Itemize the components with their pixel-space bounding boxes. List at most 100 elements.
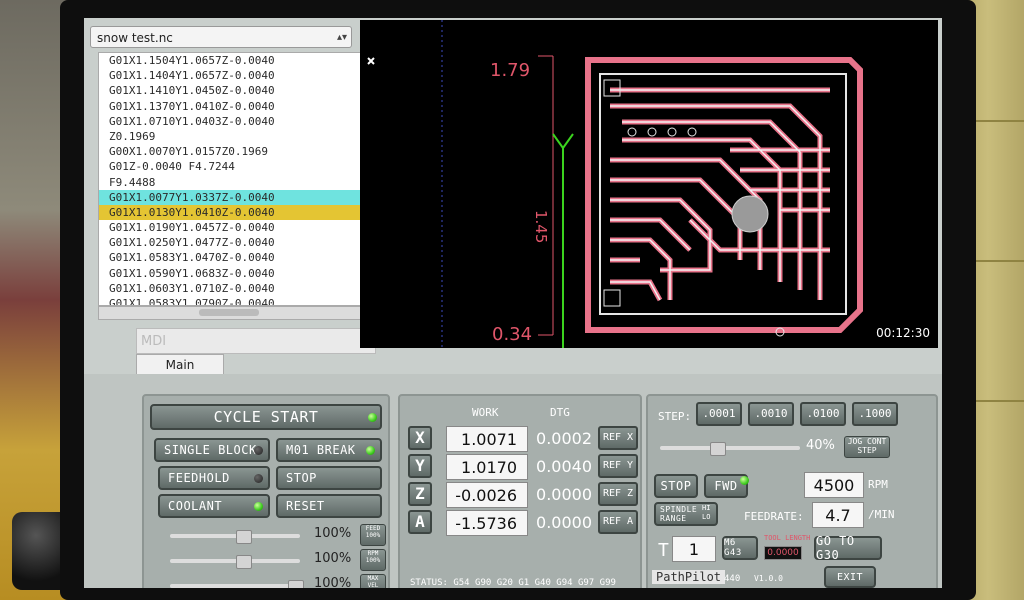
spindle-stop-label: STOP [660, 479, 692, 493]
machine-control-box: STEP: .0001.0010.0100.1000 40% JOG CONT … [646, 394, 938, 588]
view-handle-icon [367, 57, 375, 65]
file-selector[interactable]: snow test.nc ▴▾ [90, 26, 352, 48]
dro-box: WORK DTG X 1.0071 0.0002 REF X Y 1.0170 0.0040… [398, 394, 642, 588]
work-z-field[interactable]: -0.0026 [446, 482, 528, 508]
jog-mode-button[interactable]: JOG CONT STEP [844, 436, 890, 458]
reset-button[interactable]: RESET [276, 494, 382, 518]
axis-z-button[interactable]: Z [408, 482, 432, 506]
feedrate-label: FEEDRATE: [744, 510, 804, 523]
tool-label: T [658, 540, 669, 561]
feed-override-slider[interactable] [170, 530, 300, 544]
ref-y-button[interactable]: REF Y [598, 454, 638, 478]
ref-z-button[interactable]: REF Z [598, 482, 638, 506]
mdi-input[interactable]: MDI [136, 328, 376, 354]
gcode-line[interactable]: G00X1.0070Y1.0157Z0.1969 [99, 144, 363, 159]
coolant-led [254, 502, 263, 511]
goto-g30-label: GO TO G30 [816, 534, 855, 562]
step-button[interactable]: .0100 [800, 402, 846, 426]
feedrate-unit: /MIN [868, 508, 895, 521]
maxvel-override-value: 100% [314, 576, 352, 588]
jog-speed-slider[interactable] [660, 442, 800, 456]
gcode-line[interactable]: G01X1.1410Y1.0450Z-0.0040 [99, 83, 363, 98]
gcode-line[interactable]: F9.4488 [99, 175, 363, 190]
maxvel-reset-button[interactable]: MAX VEL 100% [360, 574, 386, 588]
gcode-line[interactable]: G01X1.0077Y1.0337Z-0.0040 [99, 189, 363, 205]
work-y-field[interactable]: 1.0170 [446, 454, 528, 480]
step-button[interactable]: .1000 [852, 402, 898, 426]
rpm-unit: RPM [868, 478, 888, 491]
single-block-button[interactable]: SINGLE BLOCK [154, 438, 270, 462]
gcode-line[interactable]: G01X1.0603Y1.0710Z-0.0040 [99, 281, 363, 296]
gcode-line[interactable]: G01X1.1504Y1.0657Z-0.0040 [99, 53, 363, 68]
feedhold-label: FEEDHOLD [168, 471, 230, 485]
dtg-z-value: 0.0000 [536, 485, 592, 504]
rpm-reset-button[interactable]: RPM 100% [360, 549, 386, 571]
coolant-label: COOLANT [168, 499, 223, 513]
spindle-stop-button[interactable]: STOP [654, 474, 698, 498]
cycle-start-button[interactable]: CYCLE START [150, 404, 382, 430]
spindle-fwd-led [740, 476, 749, 485]
maxvel-override-slider[interactable] [170, 580, 304, 588]
feedrate-field[interactable]: 4.7 [812, 502, 864, 528]
gcode-line[interactable]: Z0.1969 [99, 129, 363, 144]
toolpath-view[interactable]: 1.79 1.45 0.34 Y 00:12:30 [360, 20, 938, 348]
gcode-line[interactable]: G01X1.0583Y1.0470Z-0.0040 [99, 250, 363, 265]
run-timer: 00:12:30 [876, 326, 930, 340]
tab-main[interactable]: Main [136, 354, 224, 376]
dtg-header: DTG [550, 406, 570, 419]
dtg-x-value: 0.0002 [536, 429, 592, 448]
ref-x-button[interactable]: REF X [598, 426, 638, 450]
rpm-field[interactable]: 4500 [804, 472, 864, 498]
gcode-line[interactable]: G01X1.0190Y1.0457Z-0.0040 [99, 220, 363, 235]
version-label: V1.0.0 [754, 574, 783, 583]
step-button[interactable]: .0001 [696, 402, 742, 426]
toolpath-svg: 1.79 1.45 0.34 Y [367, 20, 863, 348]
axis-y-button[interactable]: Y [408, 454, 432, 478]
gcode-line[interactable]: G01X1.1370Y1.0410Z-0.0040 [99, 99, 363, 114]
model-label: 440 [724, 574, 741, 584]
m6-g43-button[interactable]: M6 G43 [722, 536, 758, 560]
tool-length-label: TOOL LENGTH [764, 534, 811, 542]
gcode-horizontal-scrollbar[interactable] [98, 306, 364, 320]
goto-g30-button[interactable]: GO TO G30 [814, 534, 882, 562]
feed-reset-button[interactable]: FEED 100% [360, 524, 386, 546]
gcode-line[interactable]: G01X1.0590Y1.0683Z-0.0040 [99, 266, 363, 281]
gcode-listing[interactable]: G01X1.1504Y1.0657Z-0.0040 G01X1.1404Y1.06… [98, 52, 364, 306]
status-line: STATUS: G54 G90 G20 G1 G40 G94 G97 G99 [410, 578, 616, 588]
gcode-line[interactable]: G01X1.0250Y1.0477Z-0.0040 [99, 235, 363, 250]
range-hi-lo: HI LO [702, 504, 711, 521]
work-x-field[interactable]: 1.0071 [446, 426, 528, 452]
gcode-line[interactable]: G01Z-0.0040 F4.7244 [99, 159, 363, 174]
m01-break-label: M01 BREAK [286, 443, 356, 457]
control-panel: CYCLE START SINGLE BLOCK M01 BREAK FEEDH… [84, 374, 942, 588]
stop-button[interactable]: STOP [276, 466, 382, 490]
axis-x-button[interactable]: X [408, 426, 432, 450]
gcode-line[interactable]: G01X1.1404Y1.0657Z-0.0040 [99, 68, 363, 83]
exit-button[interactable]: EXIT [824, 566, 876, 588]
cycle-start-label: CYCLE START [213, 408, 319, 426]
step-button[interactable]: .0010 [748, 402, 794, 426]
m6-g43-label: M6 G43 [724, 538, 742, 558]
gcode-line[interactable]: G01X1.0130Y1.0410Z-0.0040 [99, 204, 363, 221]
tool-number-field[interactable]: 1 [672, 536, 716, 562]
y-mid-label: 1.45 [532, 210, 550, 243]
ref-a-button[interactable]: REF A [598, 510, 638, 534]
pathpilot-logo: PathPilot [652, 570, 726, 584]
spindle-fwd-label: FWD [714, 479, 738, 493]
y-top-label: 1.79 [490, 60, 530, 81]
work-a-field[interactable]: -1.5736 [446, 510, 528, 536]
jog-speed-value: 40% [806, 438, 835, 453]
rpm-override-slider[interactable] [170, 555, 300, 569]
work-header: WORK [472, 406, 499, 419]
gcode-line[interactable]: G01X1.0710Y1.0403Z-0.0040 [99, 114, 363, 129]
program-control-box: CYCLE START SINGLE BLOCK M01 BREAK FEEDH… [142, 394, 390, 588]
y-bottom-label: 0.34 [492, 324, 532, 345]
step-label: STEP: [658, 410, 692, 423]
exit-label: EXIT [836, 571, 864, 583]
rpm-override-value: 100% [314, 551, 352, 566]
axis-a-button[interactable]: A [408, 510, 432, 534]
pcb-toolpath [585, 57, 863, 337]
gcode-line[interactable]: G01X1.0583Y1.0790Z-0.0040 [99, 296, 363, 305]
chevron-updown-icon: ▴▾ [336, 32, 347, 43]
dtg-a-value: 0.0000 [536, 513, 592, 532]
